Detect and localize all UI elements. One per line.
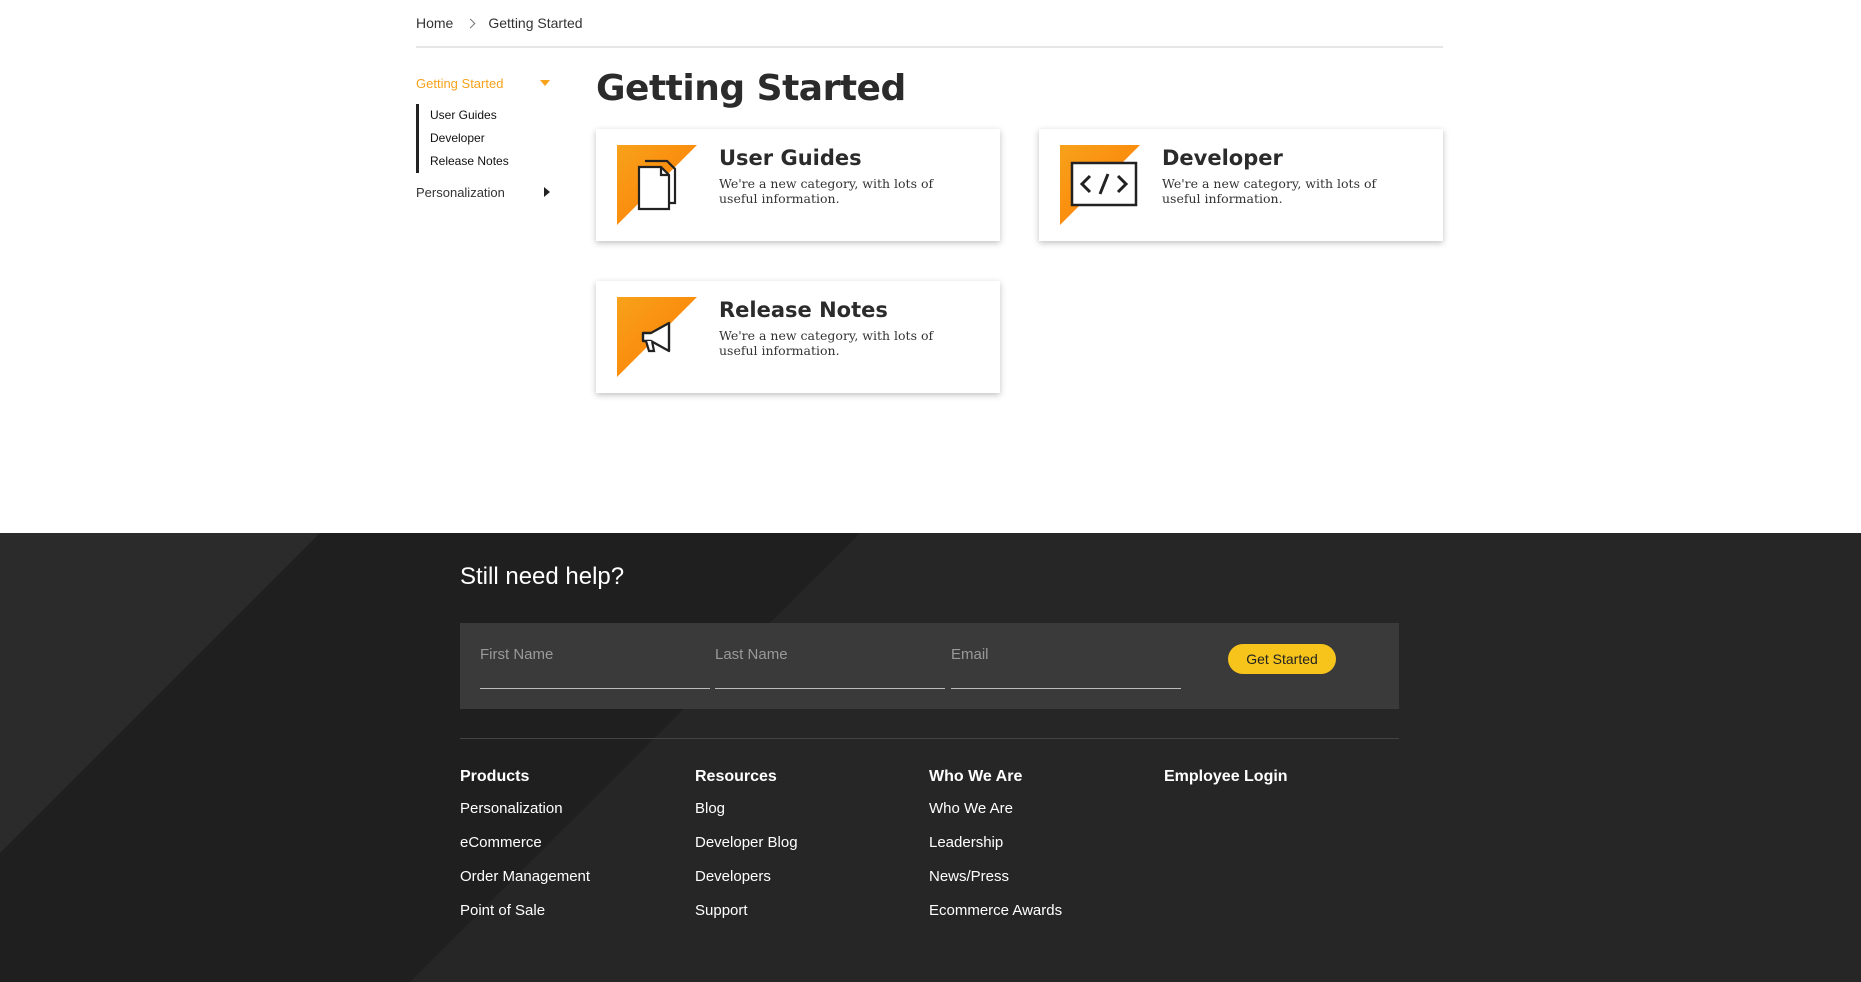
megaphone-icon: [617, 297, 697, 377]
caret-down-icon: [540, 80, 550, 86]
footer-link-ecommerce-awards[interactable]: Ecommerce Awards: [929, 902, 1062, 936]
sidebar-item-label: Getting Started: [416, 75, 504, 91]
footer-divider: [460, 738, 1399, 739]
sidebar: Getting Started User Guides Developer Re…: [416, 74, 556, 201]
page-title: Getting Started: [596, 68, 906, 109]
footer-column-heading: Products: [460, 768, 530, 785]
sidebar-subitem-release-notes[interactable]: Release Notes: [430, 150, 556, 173]
footer-link-blog[interactable]: Blog: [695, 800, 798, 834]
footer-link-ecommerce[interactable]: eCommerce: [460, 834, 590, 868]
breadcrumb-current: Getting Started: [488, 15, 583, 31]
help-title: Still need help?: [460, 563, 625, 590]
sidebar-subitem-developer[interactable]: Developer: [430, 127, 556, 150]
signup-form: First Name Last Name Email Get Started: [460, 623, 1399, 709]
card-description: We're a new category, with lots of usefu…: [719, 176, 934, 206]
footer-link-news-press[interactable]: News/Press: [929, 868, 1062, 902]
breadcrumb-home-link[interactable]: Home: [416, 14, 453, 32]
documents-icon: [617, 145, 697, 225]
sidebar-submenu: User Guides Developer Release Notes: [416, 104, 556, 173]
footer-link-support[interactable]: Support: [695, 902, 798, 936]
sidebar-item-personalization[interactable]: Personalization: [416, 183, 556, 201]
category-card-developer[interactable]: Developer We're a new category, with lot…: [1039, 129, 1443, 241]
footer: Still need help? First Name Last Name Em…: [0, 533, 1861, 982]
footer-link-point-of-sale[interactable]: Point of Sale: [460, 902, 590, 936]
footer-column-employee-login: Employee Login: [1164, 768, 1288, 800]
footer-column-products: Products Personalization eCommerce Order…: [460, 768, 590, 936]
sidebar-item-getting-started[interactable]: Getting Started: [416, 74, 556, 92]
footer-link-leadership[interactable]: Leadership: [929, 834, 1062, 868]
footer-link-personalization[interactable]: Personalization: [460, 800, 590, 834]
employee-login-link[interactable]: Employee Login: [1164, 768, 1288, 786]
code-icon: [1060, 145, 1140, 225]
card-description: We're a new category, with lots of usefu…: [1162, 176, 1377, 206]
sidebar-item-label: Personalization: [416, 184, 505, 200]
footer-link-who-we-are[interactable]: Who We Are: [929, 800, 1062, 834]
footer-link-order-management[interactable]: Order Management: [460, 868, 590, 902]
footer-column-heading: Resources: [695, 768, 777, 785]
card-title: Release Notes: [719, 298, 888, 322]
breadcrumb: Home Getting Started: [416, 14, 1443, 48]
footer-column-resources: Resources Blog Developer Blog Developers…: [695, 768, 798, 936]
email-field[interactable]: Email: [951, 643, 1181, 689]
chevron-right-icon: [465, 18, 476, 29]
sidebar-subitem-user-guides[interactable]: User Guides: [430, 104, 556, 127]
category-card-release-notes[interactable]: Release Notes We're a new category, with…: [596, 281, 1000, 393]
card-title: Developer: [1162, 146, 1283, 170]
footer-link-developers[interactable]: Developers: [695, 868, 798, 902]
caret-right-icon: [544, 187, 550, 197]
last-name-field[interactable]: Last Name: [715, 643, 945, 689]
card-description: We're a new category, with lots of usefu…: [719, 328, 934, 358]
footer-column-who-we-are: Who We Are Who We Are Leadership News/Pr…: [929, 768, 1062, 936]
footer-link-developer-blog[interactable]: Developer Blog: [695, 834, 798, 868]
category-card-user-guides[interactable]: User Guides We're a new category, with l…: [596, 129, 1000, 241]
footer-column-heading: Who We Are: [929, 768, 1023, 785]
get-started-button[interactable]: Get Started: [1228, 644, 1336, 674]
card-title: User Guides: [719, 146, 862, 170]
first-name-field[interactable]: First Name: [480, 643, 710, 689]
